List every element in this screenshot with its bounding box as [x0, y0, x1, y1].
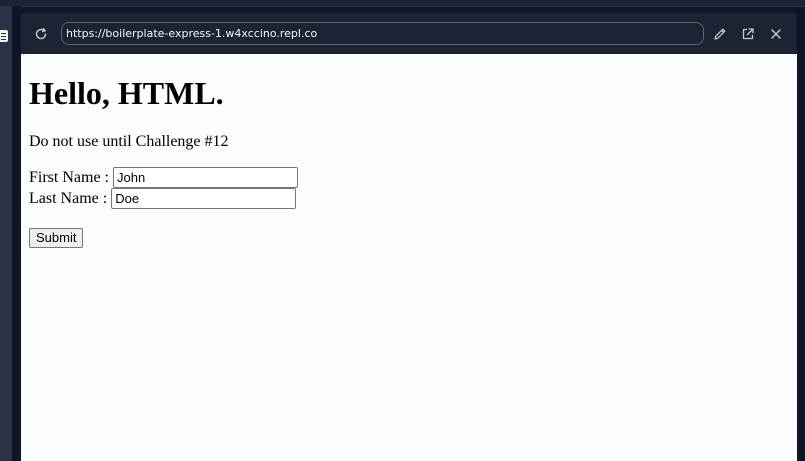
pencil-icon[interactable]	[709, 23, 731, 45]
first-name-label: First Name :	[29, 168, 109, 186]
sidebar-gap	[12, 6, 21, 461]
submit-button[interactable]: Submit	[29, 228, 84, 248]
url-input[interactable]: https://boilerplate-express-1.w4xccino.r…	[61, 22, 704, 45]
right-edge	[797, 13, 805, 461]
top-strip	[0, 0, 805, 7]
last-name-field[interactable]	[111, 188, 297, 209]
challenge-note: Do not use until Challenge #12	[29, 133, 229, 150]
left-sidebar	[0, 6, 12, 461]
external-link-icon[interactable]	[737, 23, 759, 45]
page-title: Hello, HTML.	[29, 75, 224, 111]
first-name-row: First Name :	[29, 167, 298, 188]
webview-content: Hello, HTML. Do not use until Challenge …	[21, 54, 797, 461]
webview-toolbar: https://boilerplate-express-1.w4xccino.r…	[21, 13, 797, 54]
panel-menu-icon[interactable]	[0, 30, 8, 42]
last-name-row: Last Name :	[29, 188, 297, 209]
reload-icon[interactable]	[30, 23, 52, 45]
last-name-label: Last Name :	[29, 189, 108, 207]
first-name-field[interactable]	[113, 167, 298, 188]
close-icon[interactable]	[765, 23, 787, 45]
